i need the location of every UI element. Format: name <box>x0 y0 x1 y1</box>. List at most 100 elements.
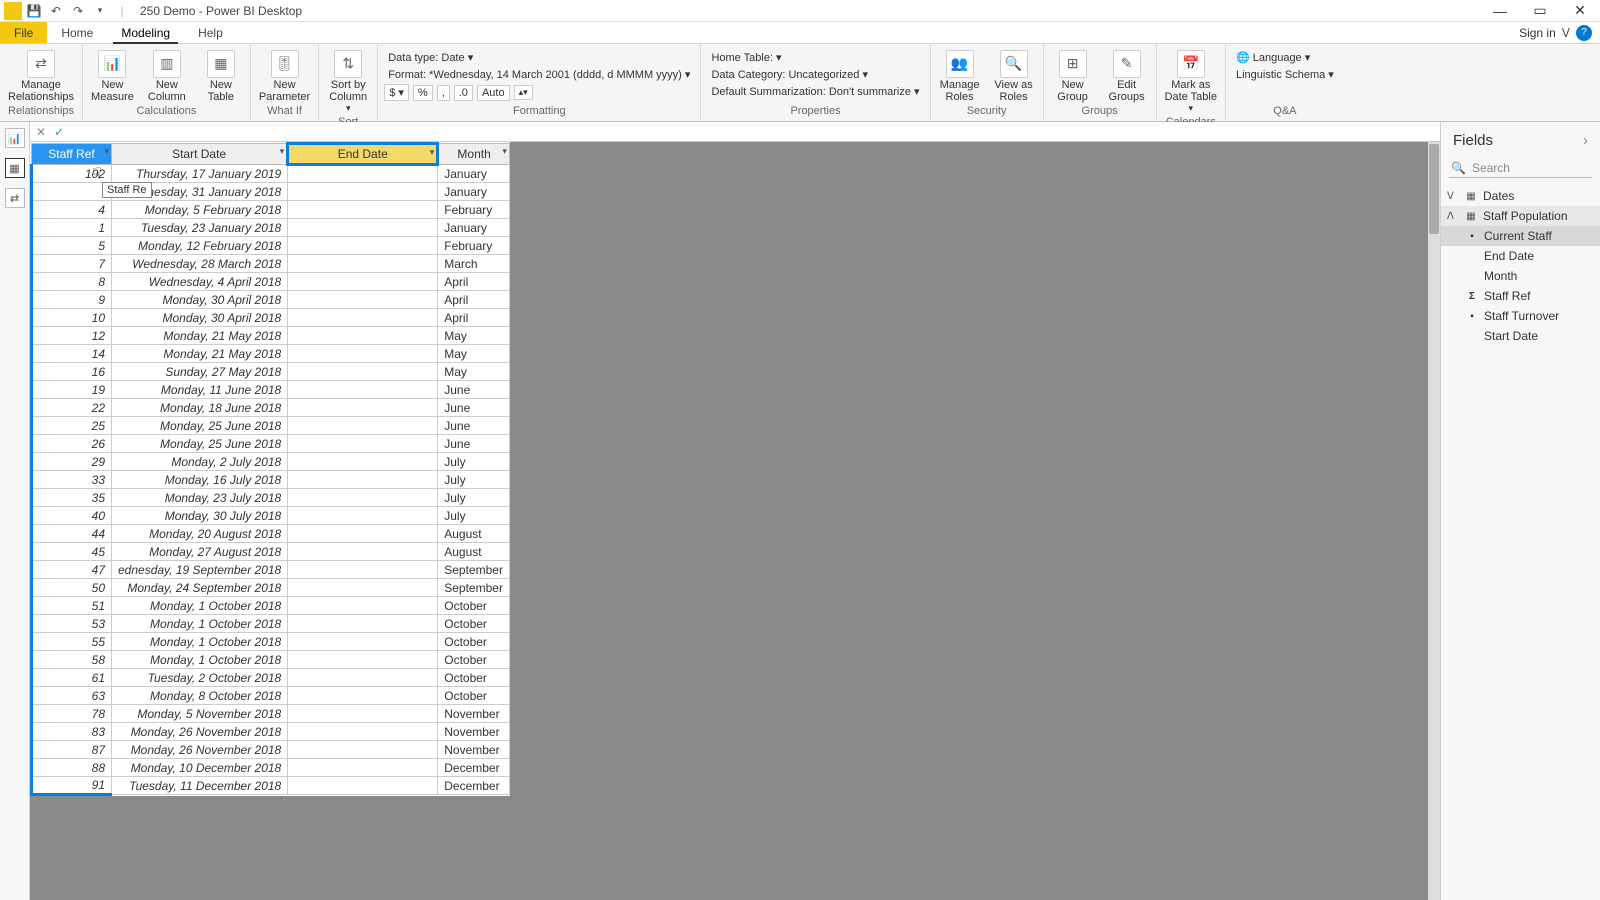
new-group-button[interactable]: ⊞New Group <box>1050 48 1096 105</box>
cell-staff-ref[interactable]: 61 <box>32 669 112 687</box>
sign-in-link[interactable]: Sign in <box>1519 26 1556 40</box>
cell-staff-ref[interactable]: 40 <box>32 507 112 525</box>
cell-start-date[interactable]: Monday, 8 October 2018 <box>112 687 288 705</box>
cell-end-date[interactable] <box>288 201 438 219</box>
cell-month[interactable]: September <box>438 579 510 597</box>
cell-staff-ref[interactable]: 63 <box>32 687 112 705</box>
formula-cancel-icon[interactable]: ✕ <box>36 125 46 139</box>
cell-end-date[interactable] <box>288 741 438 759</box>
table-row[interactable]: 61Tuesday, 2 October 2018October <box>32 669 510 687</box>
table-row[interactable]: 40Monday, 30 July 2018July <box>32 507 510 525</box>
cell-start-date[interactable]: Monday, 30 April 2018 <box>112 291 288 309</box>
close-button[interactable]: ✕ <box>1560 0 1600 22</box>
cell-staff-ref[interactable] <box>32 183 112 201</box>
cell-month[interactable]: June <box>438 399 510 417</box>
table-row[interactable]: 63Monday, 8 October 2018October <box>32 687 510 705</box>
cell-month[interactable]: June <box>438 417 510 435</box>
mark-date-table-button[interactable]: 📅Mark as Date Table▾ <box>1163 48 1219 116</box>
field-staff-turnover[interactable]: ▪ Staff Turnover <box>1441 306 1600 326</box>
chevron-down-icon[interactable]: ▾ <box>430 147 435 158</box>
table-row[interactable]: 12Monday, 21 May 2018 May <box>32 327 510 345</box>
table-row[interactable]: 50Monday, 24 September 2018September <box>32 579 510 597</box>
cell-start-date[interactable]: Monday, 21 May 2018 <box>112 327 288 345</box>
cell-staff-ref[interactable]: 33 <box>32 471 112 489</box>
data-category-dropdown[interactable]: Data Category: Uncategorized ▾ <box>707 67 923 82</box>
cell-end-date[interactable] <box>288 183 438 201</box>
cell-staff-ref[interactable]: 12 <box>32 327 112 345</box>
cell-month[interactable]: November <box>438 705 510 723</box>
cell-start-date[interactable]: Tuesday, 11 December 2018 <box>112 777 288 795</box>
cell-start-date[interactable]: Monday, 25 June 2018 <box>112 435 288 453</box>
cell-end-date[interactable] <box>288 759 438 777</box>
new-parameter-button[interactable]: 🎚New Parameter <box>257 48 312 105</box>
cell-end-date[interactable] <box>288 507 438 525</box>
cell-start-date[interactable]: Monday, 26 November 2018 <box>112 741 288 759</box>
cell-staff-ref[interactable]: 102 <box>32 165 112 183</box>
cell-start-date[interactable]: Monday, 16 July 2018 <box>112 471 288 489</box>
cell-start-date[interactable]: Monday, 5 November 2018 <box>112 705 288 723</box>
cell-staff-ref[interactable]: 88 <box>32 759 112 777</box>
table-row[interactable]: 14Monday, 21 May 2018May <box>32 345 510 363</box>
cell-start-date[interactable]: Wednesday, 28 March 2018 <box>112 255 288 273</box>
cell-staff-ref[interactable]: 14 <box>32 345 112 363</box>
cell-month[interactable]: June <box>438 435 510 453</box>
comma-button[interactable]: , <box>437 85 450 101</box>
cell-month[interactable]: January <box>438 183 510 201</box>
cell-start-date[interactable]: Wednesday, 4 April 2018 <box>112 273 288 291</box>
table-row[interactable]: 1Tuesday, 23 January 2018January <box>32 219 510 237</box>
cell-staff-ref[interactable]: 9 <box>32 291 112 309</box>
cell-staff-ref[interactable]: 22 <box>32 399 112 417</box>
cell-end-date[interactable] <box>288 705 438 723</box>
cell-staff-ref[interactable]: 5 <box>32 237 112 255</box>
field-start-date[interactable]: Start Date <box>1441 326 1600 346</box>
cell-start-date[interactable]: Monday, 2 July 2018 <box>112 453 288 471</box>
cell-staff-ref[interactable]: 4 <box>32 201 112 219</box>
column-header-staff-ref[interactable]: Staff Ref▾ <box>32 144 112 165</box>
save-icon[interactable]: 💾 <box>24 2 44 20</box>
cell-end-date[interactable] <box>288 561 438 579</box>
cell-staff-ref[interactable]: 35 <box>32 489 112 507</box>
cell-end-date[interactable] <box>288 291 438 309</box>
decimal-button[interactable]: .0 <box>454 85 473 101</box>
table-row[interactable]: 91Tuesday, 11 December 2018December <box>32 777 510 795</box>
home-tab[interactable]: Home <box>47 22 107 43</box>
cell-staff-ref[interactable]: 29 <box>32 453 112 471</box>
table-row[interactable]: 10Monday, 30 April 2018April <box>32 309 510 327</box>
cell-end-date[interactable] <box>288 399 438 417</box>
auto-decimals[interactable]: Auto <box>477 85 510 101</box>
formula-commit-icon[interactable]: ✓ <box>54 125 64 139</box>
cell-staff-ref[interactable]: 8 <box>32 273 112 291</box>
table-row[interactable]: 83Monday, 26 November 2018November <box>32 723 510 741</box>
home-table-dropdown[interactable]: Home Table: ▾ <box>707 50 923 65</box>
cell-start-date[interactable]: Monday, 12 February 2018 <box>112 237 288 255</box>
vertical-scrollbar[interactable] <box>1428 142 1440 900</box>
cell-start-date[interactable]: Monday, 24 September 2018 <box>112 579 288 597</box>
cell-end-date[interactable] <box>288 435 438 453</box>
format-dropdown[interactable]: Format: *Wednesday, 14 March 2001 (dddd,… <box>384 67 694 82</box>
collapse-pane-icon[interactable]: › <box>1583 132 1588 149</box>
cell-staff-ref[interactable]: 55 <box>32 633 112 651</box>
cell-month[interactable]: June <box>438 381 510 399</box>
table-row[interactable]: 58Monday, 1 October 2018October <box>32 651 510 669</box>
cell-month[interactable]: October <box>438 669 510 687</box>
cell-staff-ref[interactable]: 53 <box>32 615 112 633</box>
table-row[interactable]: 9Monday, 30 April 2018April <box>32 291 510 309</box>
cell-end-date[interactable] <box>288 615 438 633</box>
column-header-month[interactable]: Month▾ <box>438 144 510 165</box>
field-current-staff[interactable]: ▪ Current Staff <box>1441 226 1600 246</box>
cell-end-date[interactable] <box>288 633 438 651</box>
cell-start-date[interactable]: Monday, 1 October 2018 <box>112 651 288 669</box>
cell-end-date[interactable] <box>288 417 438 435</box>
table-row[interactable]: 33Monday, 16 July 2018July <box>32 471 510 489</box>
cell-month[interactable]: May <box>438 327 510 345</box>
qat-dropdown-icon[interactable]: ▾ <box>90 2 110 20</box>
redo-icon[interactable]: ↷ <box>68 2 88 20</box>
cell-staff-ref[interactable]: 58 <box>32 651 112 669</box>
new-column-button[interactable]: ▥New Column <box>144 48 190 105</box>
table-row[interactable]: 53Monday, 1 October 2018October <box>32 615 510 633</box>
cell-staff-ref[interactable]: 45 <box>32 543 112 561</box>
table-row[interactable]: 22Monday, 18 June 2018June <box>32 399 510 417</box>
cell-month[interactable]: August <box>438 543 510 561</box>
cell-month[interactable]: July <box>438 489 510 507</box>
cell-start-date[interactable]: Monday, 23 July 2018 <box>112 489 288 507</box>
